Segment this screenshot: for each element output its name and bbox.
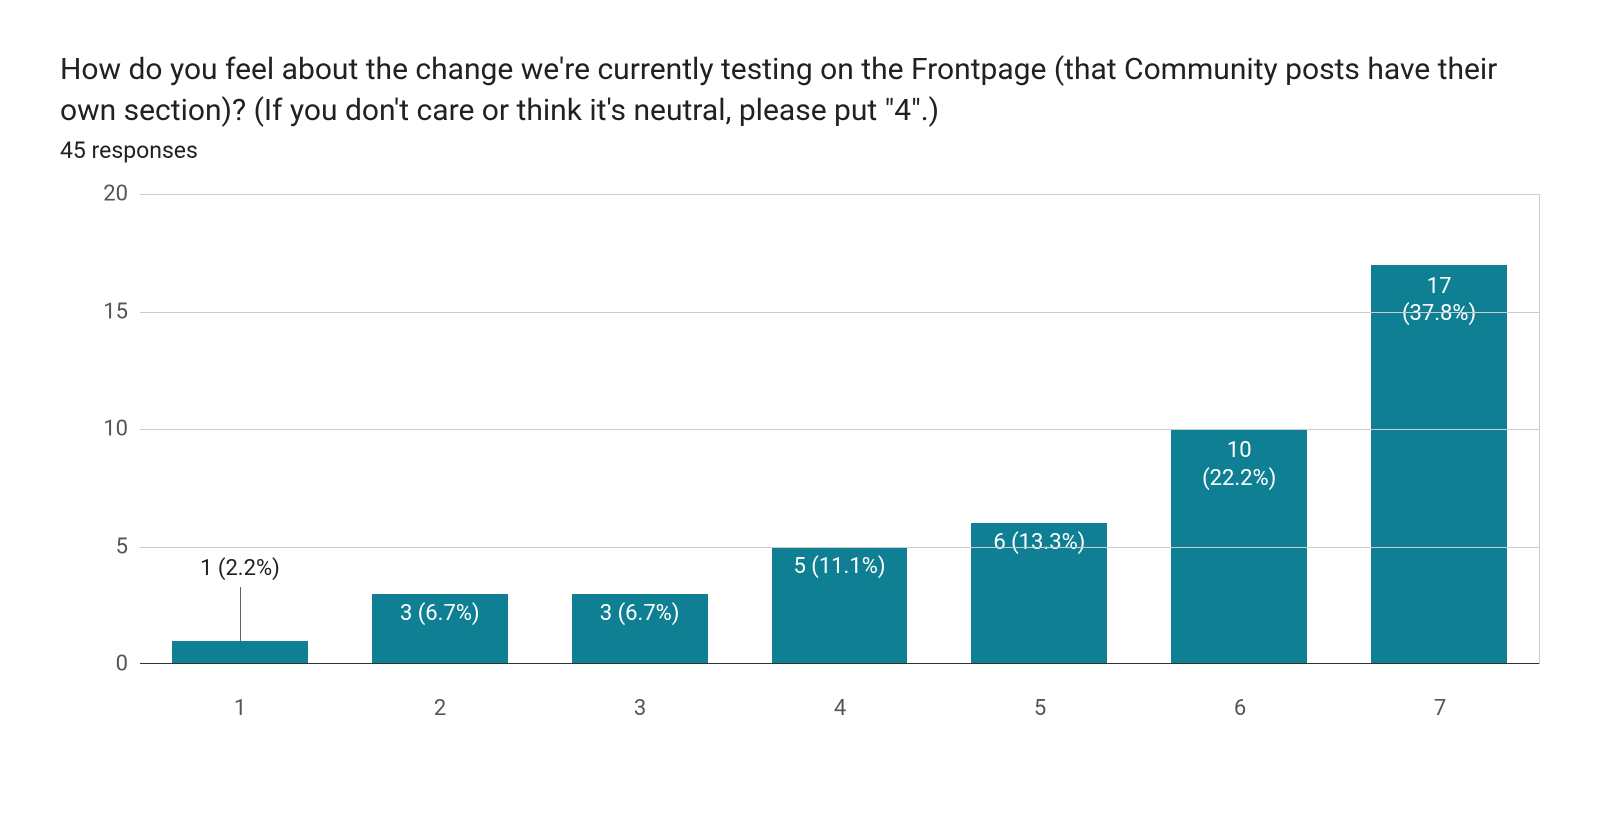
response-count: 45 responses (60, 137, 1540, 164)
bar: 3 (6.7%) (572, 594, 708, 665)
bar (172, 641, 308, 665)
bar-value-label: 6 (13.3%) (931, 529, 1148, 557)
x-tick-label: 3 (540, 672, 740, 722)
bar: 6 (13.3%) (971, 523, 1107, 664)
x-tick-label: 6 (1140, 672, 1340, 722)
gridline (140, 547, 1539, 548)
chart-title: How do you feel about the change we're c… (60, 50, 1540, 131)
leader-line (240, 587, 241, 641)
x-baseline (140, 663, 1539, 664)
bar: 3 (6.7%) (372, 594, 508, 665)
bar-value-label: 10(22.2%) (1131, 437, 1348, 492)
y-tick-label: 15 (103, 299, 128, 324)
bar-value-label: 3 (6.7%) (531, 600, 748, 628)
y-tick-label: 10 (103, 417, 128, 442)
y-axis: 05101520 (60, 194, 140, 754)
gridline (140, 194, 1539, 195)
bar: 17(37.8%) (1371, 265, 1507, 665)
gridline (140, 312, 1539, 313)
bar-value-label: 17(37.8%) (1330, 273, 1547, 328)
gridline (140, 429, 1539, 430)
x-axis: 1234567 (140, 672, 1540, 722)
bar-value-label: 5 (11.1%) (731, 553, 948, 581)
bar-chart: 05101520 1 (2.2%)3 (6.7%)3 (6.7%)5 (11.1… (60, 194, 1540, 754)
x-tick-label: 4 (740, 672, 940, 722)
x-tick-label: 1 (140, 672, 340, 722)
plot-area: 1 (2.2%)3 (6.7%)3 (6.7%)5 (11.1%)6 (13.3… (140, 194, 1540, 664)
bar: 5 (11.1%) (772, 547, 908, 665)
bar-value-label: 3 (6.7%) (331, 600, 548, 628)
y-tick-label: 0 (116, 652, 128, 677)
x-tick-label: 2 (340, 672, 540, 722)
x-tick-label: 5 (940, 672, 1140, 722)
y-tick-label: 20 (103, 182, 128, 207)
x-tick-label: 7 (1340, 672, 1540, 722)
